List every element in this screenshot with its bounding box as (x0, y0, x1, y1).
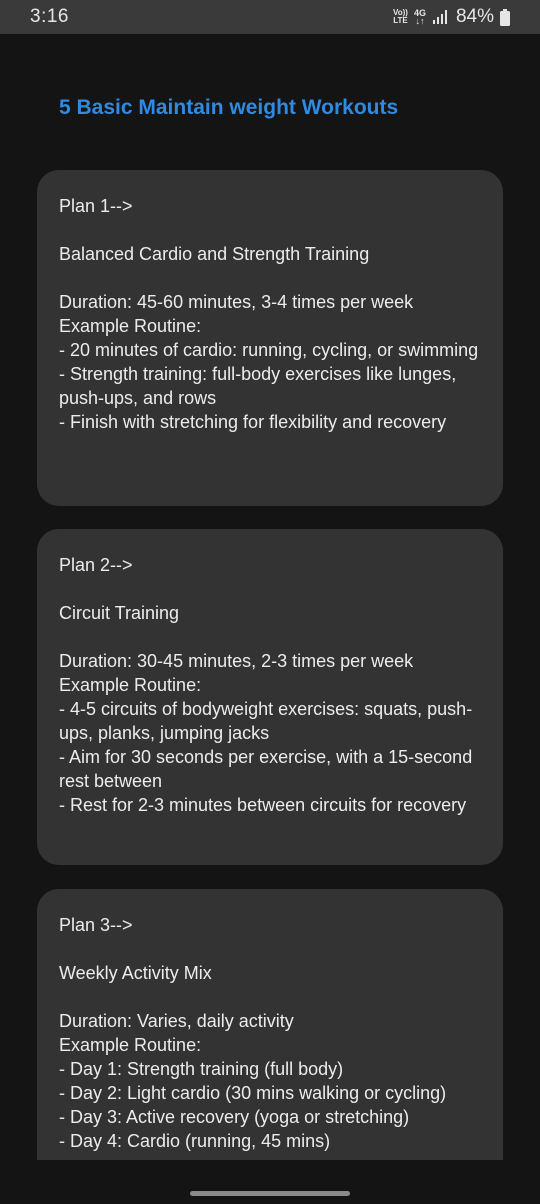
volte-bottom-label: LTE (393, 16, 408, 25)
plan-line: - Finish with stretching for flexibility… (59, 412, 447, 432)
plan-line: - Day 3: Active recovery (yoga or stretc… (59, 1107, 410, 1127)
battery-percent: 84% (455, 6, 494, 27)
plan-line: Example Routine: (59, 316, 202, 336)
plan-heading: Plan 3--> (59, 915, 133, 935)
plan-heading: Plan 1--> (59, 196, 133, 216)
plan-line: - Strength training: full-body exercises… (59, 364, 457, 408)
plan-card-3[interactable]: Plan 3--> Weekly Activity Mix Duration: … (37, 889, 503, 1160)
plan-line: - Day 2: Light cardio (30 mins walking o… (59, 1083, 447, 1103)
plan-card-1[interactable]: Plan 1--> Balanced Cardio and Strength T… (37, 170, 503, 506)
volte-icon: Vo)) LTE (393, 9, 408, 25)
plan-card-2[interactable]: Plan 2--> Circuit Training Duration: 30-… (37, 529, 503, 865)
plan-heading: Plan 2--> (59, 555, 133, 575)
workouts-screen[interactable]: 5 Basic Maintain weight Workouts Plan 1-… (0, 34, 540, 1160)
plan-line: - Day 4: Cardio (running, 45 mins) (59, 1131, 331, 1151)
plan-line: Duration: Varies, daily activity (59, 1011, 294, 1031)
plan-line: - 20 minutes of cardio: running, cycling… (59, 340, 479, 360)
plan-name: Circuit Training (59, 603, 180, 623)
status-bar: 3:16 Vo)) LTE 4G ↓↑ 84% (0, 0, 540, 34)
navigation-bar (0, 1160, 540, 1204)
status-icons: Vo)) LTE 4G ↓↑ 84% (393, 6, 510, 28)
battery-icon (500, 8, 510, 26)
plan-line: Duration: 45-60 minutes, 3-4 times per w… (59, 292, 414, 312)
plan-line: - Rest for 2-3 minutes between circuits … (59, 795, 467, 815)
page-title: 5 Basic Maintain weight Workouts (59, 96, 399, 119)
plan-line: - Aim for 30 seconds per exercise, with … (59, 747, 473, 791)
plan-line: Example Routine: (59, 675, 202, 695)
plan-name: Balanced Cardio and Strength Training (59, 244, 370, 264)
plan-line: Example Routine: (59, 1035, 202, 1055)
plan-name: Weekly Activity Mix (59, 963, 212, 983)
signal-icon (432, 9, 450, 25)
net-bottom-label: ↓↑ (415, 16, 425, 26)
network-4g-icon: 4G ↓↑ (414, 9, 426, 26)
plan-line: - 4-5 circuits of bodyweight exercises: … (59, 699, 473, 743)
plan-line: - Day 1: Strength training (full body) (59, 1059, 344, 1079)
status-time: 3:16 (30, 6, 69, 27)
home-gesture-handle[interactable] (190, 1191, 350, 1196)
plan-line: Duration: 30-45 minutes, 2-3 times per w… (59, 651, 414, 671)
